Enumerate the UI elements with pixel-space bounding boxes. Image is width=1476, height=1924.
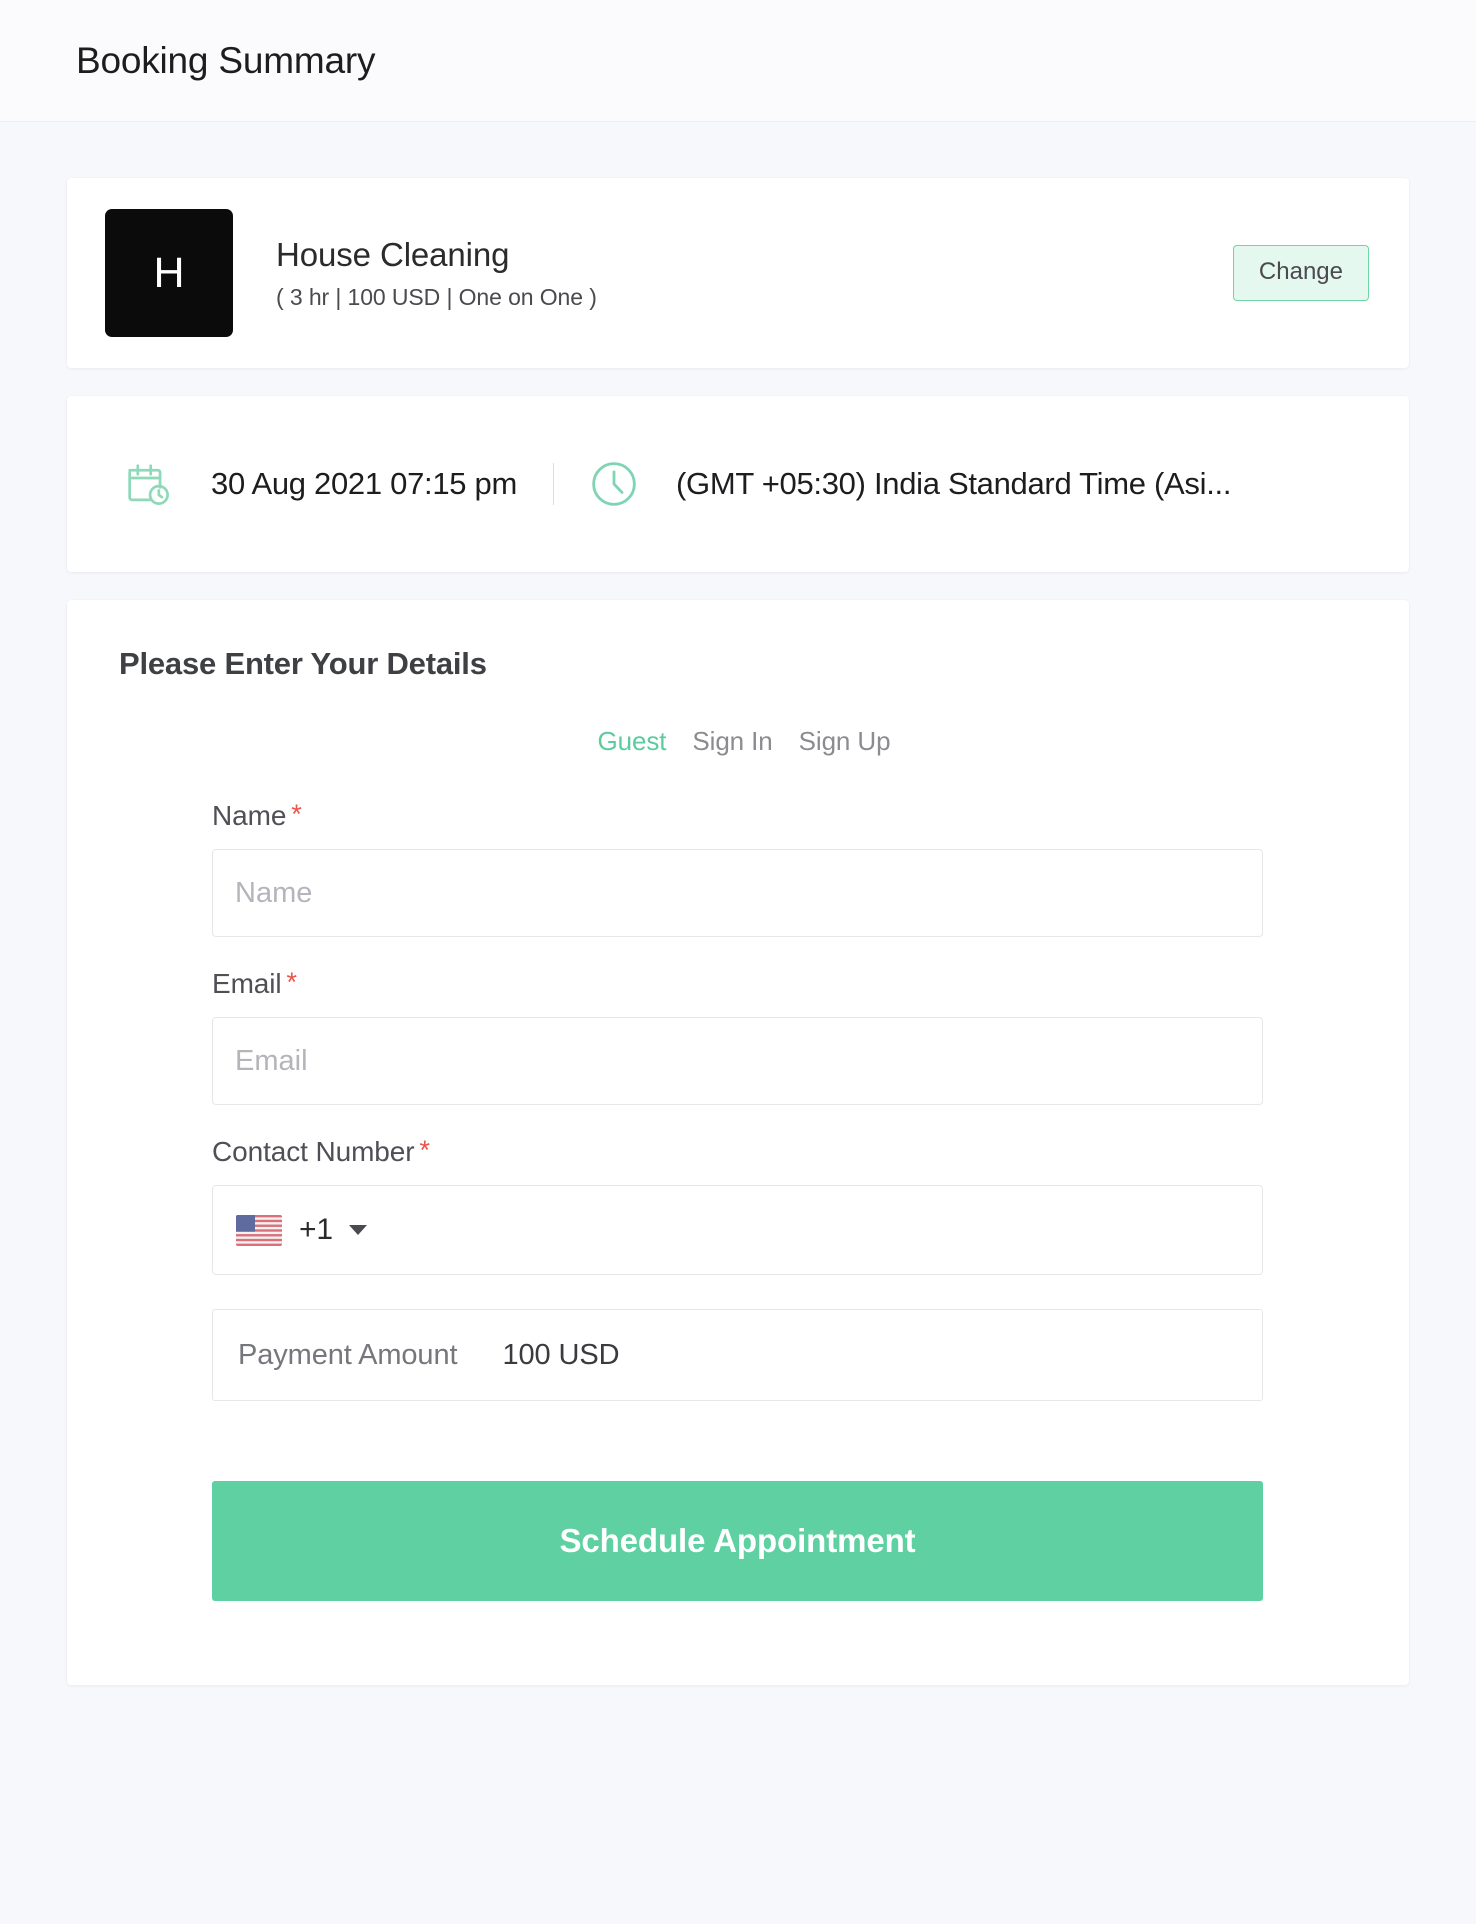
contact-field-group: Contact Number * +1 — [212, 1135, 1263, 1275]
change-service-button[interactable]: Change — [1232, 244, 1369, 302]
service-card: H House Cleaning ( 3 hr | 100 USD | One … — [67, 178, 1409, 368]
service-meta: ( 3 hr | 100 USD | One on One ) — [276, 284, 597, 311]
details-title: Please Enter Your Details — [119, 646, 487, 681]
contact-label: Contact Number * — [212, 1135, 1263, 1168]
name-label: Name * — [212, 799, 1263, 832]
us-flag-icon — [236, 1214, 282, 1246]
tab-guest[interactable]: Guest — [598, 726, 667, 757]
page-title: Booking Summary — [76, 39, 376, 81]
payment-amount-value: 100 USD — [502, 1338, 620, 1371]
tab-sign-in[interactable]: Sign In — [692, 726, 772, 757]
booking-summary-page: Booking Summary H House Cleaning ( 3 hr … — [0, 0, 1476, 1924]
contact-label-text: Contact Number — [212, 1136, 415, 1167]
appointment-datetime: 30 Aug 2021 07:15 pm — [211, 466, 517, 501]
service-info: House Cleaning ( 3 hr | 100 USD | One on… — [276, 235, 1233, 311]
divider — [552, 463, 554, 505]
payment-amount-label: Payment Amount — [238, 1338, 458, 1371]
service-avatar: H — [105, 209, 233, 337]
chevron-down-icon[interactable] — [348, 1225, 367, 1235]
email-field-group: Email * — [212, 967, 1263, 1105]
required-asterisk: * — [419, 1135, 430, 1165]
phone-input-group[interactable]: +1 — [212, 1185, 1263, 1275]
page-header: Booking Summary — [0, 0, 1476, 122]
details-card: Please Enter Your Details Guest Sign In … — [67, 600, 1409, 1685]
payment-amount-row: Payment Amount 100 USD — [212, 1309, 1263, 1401]
appointment-datetime-card: 30 Aug 2021 07:15 pm (GMT +05:30) India … — [67, 396, 1409, 572]
email-input[interactable] — [212, 1017, 1263, 1105]
appointment-timezone: (GMT +05:30) India Standard Time (Asi... — [675, 466, 1232, 501]
avatar-letter: H — [153, 248, 185, 297]
name-input[interactable] — [212, 849, 1263, 937]
required-asterisk: * — [291, 799, 302, 829]
service-name: House Cleaning — [276, 235, 510, 273]
dial-code: +1 — [299, 1213, 333, 1246]
name-field-group: Name * — [212, 799, 1263, 937]
email-label: Email * — [212, 967, 1263, 1000]
required-asterisk: * — [286, 967, 298, 997]
schedule-appointment-button[interactable]: Schedule Appointment — [212, 1481, 1263, 1601]
calendar-clock-icon — [128, 464, 169, 505]
clock-icon — [592, 462, 636, 506]
name-label-text: Name — [212, 800, 287, 831]
email-label-text: Email — [212, 968, 282, 999]
guest-details-form: Name* Email* Contact Number* — [119, 799, 1369, 1601]
auth-tabs: Guest Sign In Sign Up — [119, 726, 1369, 757]
tab-sign-up[interactable]: Sign Up — [799, 726, 891, 757]
